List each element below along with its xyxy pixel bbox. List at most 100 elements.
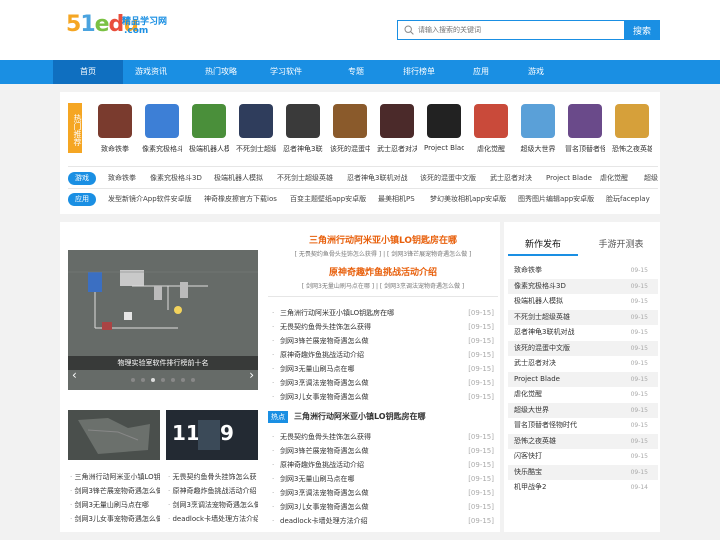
slider-dot[interactable] [181, 378, 185, 382]
hot-game-item[interactable]: 像素究极格斗3D [142, 104, 182, 154]
slider-caption[interactable]: 物理实验室软件排行榜前十名 [68, 356, 258, 370]
release-row[interactable]: 机甲战争2 09-14 [508, 480, 658, 496]
hot-game-item[interactable]: 致命铁拳 [95, 104, 135, 154]
news-row[interactable]: 原神奇趣炸鱼挑战活动介绍[09-15] [272, 348, 494, 362]
release-row[interactable]: 致命铁拳 09-15 [508, 263, 658, 279]
nav-games[interactable]: 游戏 [501, 60, 571, 84]
game-thumb [380, 104, 414, 138]
hot-game-item[interactable]: 武士忍者对决 [377, 104, 417, 154]
release-row[interactable]: 像素究极格斗3D 09-15 [508, 278, 658, 294]
list-item[interactable]: 剑网3儿女事宠物奇遇怎么做 [70, 512, 160, 526]
tag-link[interactable]: 武士忍者对决 [490, 172, 532, 185]
release-row[interactable]: 冒名顶替者怪物时代 09-15 [508, 418, 658, 434]
news-row[interactable]: 剑网3儿女事宠物奇遇怎么做[09-15] [272, 500, 494, 514]
release-row[interactable]: 极端机器人模拟 09-15 [508, 294, 658, 310]
hot-game-item[interactable]: 不死剑士超级英雄 [236, 104, 276, 154]
nav-topics[interactable]: 专题 [321, 60, 391, 84]
news-row[interactable]: 剑网3无量山刷马点在哪[09-15] [272, 472, 494, 486]
list-item[interactable]: 三角洲行动阿米亚小镇LO钥 [70, 470, 160, 484]
subline-2[interactable]: [ 剑网3无量山刷马点在哪 ] | [ 剑网3烹调法宠物奇遇怎么做 ] [268, 281, 498, 290]
slider-dot[interactable] [161, 378, 165, 382]
release-row[interactable]: 超级大世界 09-15 [508, 402, 658, 418]
hot-game-item[interactable]: 恐怖之夜英雄 [612, 104, 652, 154]
nav-news[interactable]: 游戏资讯 [116, 60, 186, 84]
subline-1[interactable]: [ 无畏契约鱼骨头挂饰怎么获得 ] | [ 剑网3锋芒展宠物奇遇怎么做 ] [268, 249, 498, 258]
tag-link[interactable]: 百变主题壁纸app安卓版 [290, 193, 366, 206]
release-row[interactable]: 该死的混蛋中文版 09-15 [508, 340, 658, 356]
release-row[interactable]: 快乐酷宝 09-15 [508, 464, 658, 480]
hot-news-title[interactable]: 三角洲行动阿米亚小镇LO钥匙房在哪 [294, 411, 426, 423]
search-input[interactable] [418, 23, 618, 37]
nav-software[interactable]: 学习软件 [251, 60, 321, 84]
release-row[interactable]: Project Blade 09-15 [508, 371, 658, 387]
news-row[interactable]: 剑网3烹调法宠物奇遇怎么做[09-15] [272, 376, 494, 390]
list-item[interactable]: 剑网3无量山刷马点在哪 [70, 498, 160, 512]
news-row[interactable]: 无畏契约鱼骨头挂饰怎么获得[09-15] [272, 320, 494, 334]
tag-link[interactable]: 最美相机PS [378, 193, 415, 206]
list-item[interactable]: 原神奇趣炸鱼挑战活动介绍 [168, 484, 258, 498]
release-row[interactable]: 恐怖之夜英雄 09-15 [508, 433, 658, 449]
tag-link[interactable]: 虐化觉醒 [600, 172, 628, 185]
tag-link[interactable]: 像素究极格斗3D [150, 172, 202, 185]
release-row[interactable]: 忍者神龟3联机对战 09-15 [508, 325, 658, 341]
tag-link[interactable]: 该死的混蛋中文版 [420, 172, 476, 185]
news-row[interactable]: 无畏契约鱼骨头挂饰怎么获得[09-15] [272, 430, 494, 444]
list-item[interactable]: 剑网3锋芒展宠物奇遇怎么做 [70, 484, 160, 498]
nav-home[interactable]: 首页 [53, 60, 123, 84]
release-date: 09-15 [630, 406, 648, 414]
nav-rankings[interactable]: 排行榜单 [384, 60, 454, 84]
slider-prev-icon[interactable]: ‹ [72, 368, 77, 382]
slider-dot[interactable] [141, 378, 145, 382]
tag-link[interactable]: Project Blade [546, 172, 592, 185]
slider-dot[interactable] [151, 378, 155, 382]
tag-link[interactable]: 图秀图片编辑app安卓版 [518, 193, 594, 206]
hot-game-item[interactable]: 该死的混蛋中文版 [330, 104, 370, 154]
tab-test-schedule[interactable]: 手游开测表 [586, 236, 656, 256]
news-row[interactable]: 剑网3锋芒展宠物奇遇怎么做[09-15] [272, 444, 494, 458]
hot-game-item[interactable]: 虐化觉醒 [471, 104, 511, 154]
news-row[interactable]: 剑网3儿女事宠物奇遇怎么做[09-15] [272, 390, 494, 404]
tagrow-games-label[interactable]: 游戏 [68, 172, 96, 185]
news-thumb-map[interactable] [68, 410, 160, 460]
hot-game-item[interactable]: 超级大世界 [518, 104, 558, 154]
hot-game-item[interactable]: 极端机器人模拟 [189, 104, 229, 154]
tab-new-release[interactable]: 新作发布 [508, 236, 578, 256]
headline-1[interactable]: 三角洲行动阿米亚小镇LO钥匙房在哪 [268, 233, 498, 246]
tag-link[interactable]: 致命铁拳 [108, 172, 136, 185]
tag-link[interactable]: 超级 [644, 172, 658, 185]
release-row[interactable]: 虐化觉醒 09-15 [508, 387, 658, 403]
headline-2[interactable]: 原神奇趣炸鱼挑战活动介绍 [268, 265, 498, 278]
release-row[interactable]: 不死剑士超级英雄 09-15 [508, 309, 658, 325]
featured-slider[interactable]: 物理实验室软件排行榜前十名 ‹ › [68, 250, 258, 390]
tag-link[interactable]: 极端机器人模拟 [214, 172, 263, 185]
tagrow-apps-label[interactable]: 应用 [68, 193, 96, 206]
tag-link[interactable]: 神奇橡皮擦官方下载ios [204, 193, 277, 206]
news-row[interactable]: 三角洲行动阿米亚小镇LO钥匙房在哪[09-15] [272, 306, 494, 320]
hot-game-item[interactable]: 冒名顶替者怪物时代 [565, 104, 605, 154]
release-row[interactable]: 武士忍者对决 09-15 [508, 356, 658, 372]
news-thumb-poster[interactable]: 11 9 [166, 410, 258, 460]
slider-dot[interactable] [131, 378, 135, 382]
news-row[interactable]: 剑网3烹调法宠物奇遇怎么做[09-15] [272, 486, 494, 500]
hot-game-item[interactable]: Project Blade [424, 104, 464, 152]
tag-link[interactable]: 脸玩faceplay [606, 193, 650, 206]
news-row[interactable]: 剑网3锋芒展宠物奇遇怎么做[09-15] [272, 334, 494, 348]
news-row[interactable]: 剑网3无量山刷马点在哪[09-15] [272, 362, 494, 376]
search-button[interactable]: 搜索 [624, 20, 660, 40]
tag-link[interactable]: 梦幻美妆相机app安卓版 [430, 193, 506, 206]
list-item[interactable]: 无畏契约鱼骨头挂饰怎么获 [168, 470, 258, 484]
site-logo[interactable]: 51edu 精品学习网 .com [66, 10, 176, 42]
list-item[interactable]: deadlock卡墙处理方法介绍 [168, 512, 258, 526]
release-row[interactable]: 闪客快打 09-15 [508, 449, 658, 465]
news-row[interactable]: deadlock卡墙处理方法介绍[09-15] [272, 514, 494, 528]
news-row[interactable]: 原神奇趣炸鱼挑战活动介绍[09-15] [272, 458, 494, 472]
tag-link[interactable]: 忍者神龟3联机对战 [347, 172, 407, 185]
nav-guides[interactable]: 热门攻略 [186, 60, 256, 84]
tag-link[interactable]: 发型新镜介App软件安卓版 [108, 193, 192, 206]
slider-next-icon[interactable]: › [249, 368, 254, 382]
list-item[interactable]: 剑网3烹调法宠物奇遇怎么做 [168, 498, 258, 512]
tag-link[interactable]: 不死剑士超级英雄 [277, 172, 333, 185]
hot-game-item[interactable]: 忍者神龟3联机对战 [283, 104, 323, 154]
slider-dot[interactable] [171, 378, 175, 382]
slider-dot[interactable] [191, 378, 195, 382]
